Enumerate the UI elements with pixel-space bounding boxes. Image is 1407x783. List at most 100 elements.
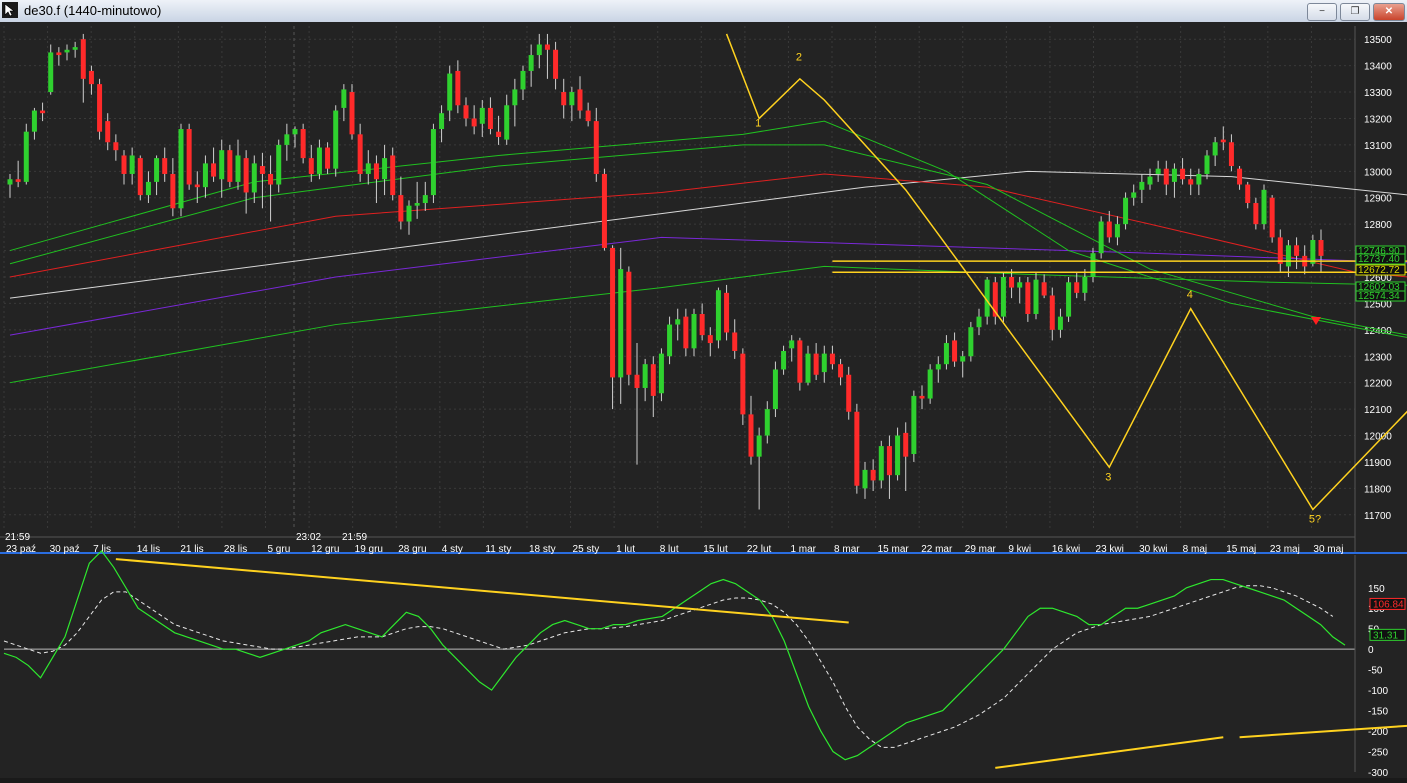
app-icon — [2, 2, 18, 18]
osc-tick-label: 0 — [1368, 645, 1374, 656]
candle-bear — [325, 147, 331, 169]
candle-bear — [463, 105, 469, 119]
x-tick-label: 22 lut — [747, 544, 772, 555]
candle-bull — [1123, 197, 1129, 225]
candle-bear — [740, 353, 746, 415]
y-tick-label: 12100 — [1364, 405, 1392, 416]
candle-bull — [943, 343, 949, 365]
chart-svg: 1170011800119001200012100122001230012400… — [0, 22, 1407, 779]
time-marker: 21:59 — [5, 532, 30, 543]
candle-bull — [512, 89, 518, 106]
candle-bear — [683, 316, 689, 349]
candle-bull — [528, 55, 534, 71]
candle-bull — [235, 155, 241, 182]
x-tick-label: 4 sty — [442, 544, 463, 555]
candle-bull — [284, 134, 290, 145]
y-tick-label: 11700 — [1364, 511, 1392, 522]
candle-bear — [227, 150, 233, 182]
candle-bull — [667, 324, 673, 357]
candle-bear — [373, 163, 379, 180]
candle-bear — [919, 395, 925, 399]
candle-bull — [618, 269, 624, 378]
candle-bear — [724, 292, 730, 333]
x-tick-label: 30 maj — [1313, 544, 1343, 555]
x-tick-label: 18 sty — [529, 544, 556, 555]
candle-bear — [186, 129, 192, 185]
candle-bear — [268, 173, 274, 185]
x-tick-label: 8 lut — [660, 544, 679, 555]
candle-bull — [756, 435, 762, 457]
x-tick-label: 12 gru — [311, 544, 339, 555]
candle-bull — [1196, 173, 1202, 185]
candle-bear — [162, 158, 168, 174]
x-tick-label: 28 lis — [224, 544, 247, 555]
candle-bear — [496, 131, 502, 137]
candle-bull — [1098, 221, 1104, 254]
candle-bear — [259, 166, 265, 174]
candle-bull — [406, 205, 412, 222]
candle-bull — [1114, 224, 1120, 238]
candle-bear — [838, 364, 844, 378]
minimize-button[interactable]: − — [1307, 3, 1337, 21]
candle-bear — [15, 179, 21, 182]
candle-bull — [691, 313, 697, 349]
x-tick-label: 21 lis — [180, 544, 203, 555]
x-tick-label: 22 mar — [921, 544, 953, 555]
candle-bear — [1318, 240, 1324, 256]
candle-bull — [1139, 181, 1145, 190]
wave-label: 5? — [1309, 514, 1321, 526]
candle-bear — [1049, 295, 1055, 330]
candle-bear — [797, 340, 803, 383]
wave-label: 3 — [1105, 471, 1111, 483]
candle-bear — [707, 335, 713, 344]
candle-bear — [634, 374, 640, 388]
close-button[interactable]: ✕ — [1373, 3, 1405, 21]
candle-bull — [968, 327, 974, 357]
candle-bull — [1000, 277, 1006, 317]
candle-bear — [854, 411, 860, 486]
candle-bull — [536, 44, 542, 56]
x-tick-label: 28 gru — [398, 544, 426, 555]
candle-bull — [145, 181, 151, 196]
candle-bull — [658, 353, 664, 394]
candle-bear — [561, 92, 567, 106]
candle-bear — [626, 271, 632, 375]
candle-bull — [447, 73, 453, 111]
candle-bear — [1277, 237, 1283, 264]
candle-bear — [1163, 168, 1169, 185]
x-tick-label: 9 kwi — [1008, 544, 1031, 555]
window-titlebar: de30.f (1440-minutowo) − ❐ ✕ — [0, 0, 1407, 23]
candle-bull — [292, 129, 298, 135]
candle-bear — [300, 129, 306, 159]
candle-bear — [1294, 245, 1300, 256]
candle-bear — [487, 107, 493, 130]
candle-bear — [748, 414, 754, 457]
x-tick-label: 23 maj — [1270, 544, 1300, 555]
candle-bull — [1066, 282, 1072, 317]
candle-bull — [382, 158, 388, 180]
candle-bull — [805, 353, 811, 383]
candle-bear — [846, 374, 852, 412]
candle-bull — [976, 316, 982, 328]
candle-bear — [471, 118, 477, 127]
x-tick-label: 5 gru — [267, 544, 290, 555]
candle-bull — [520, 70, 526, 90]
y-tick-label: 12800 — [1364, 220, 1392, 231]
candle-bear — [553, 49, 559, 79]
candle-bear — [80, 39, 86, 79]
wave-label: 1 — [755, 117, 761, 129]
candle-bull — [1057, 316, 1063, 330]
candle-bear — [113, 142, 119, 151]
candle-bull — [23, 131, 29, 182]
candle-bear — [170, 173, 176, 209]
x-tick-label: 8 mar — [834, 544, 860, 555]
candle-bull — [1147, 176, 1153, 185]
restore-button[interactable]: ❐ — [1340, 3, 1370, 21]
candle-bull — [1171, 168, 1177, 182]
candle-bear — [211, 163, 217, 177]
candle-bear — [1180, 168, 1186, 180]
candle-bull — [1090, 253, 1096, 277]
candle-bull — [642, 364, 648, 388]
wave-label: 4 — [1187, 289, 1193, 301]
chart-area[interactable]: 11700 11800 11900 12000 12100 12200 12300 12400… — [0, 22, 1407, 779]
